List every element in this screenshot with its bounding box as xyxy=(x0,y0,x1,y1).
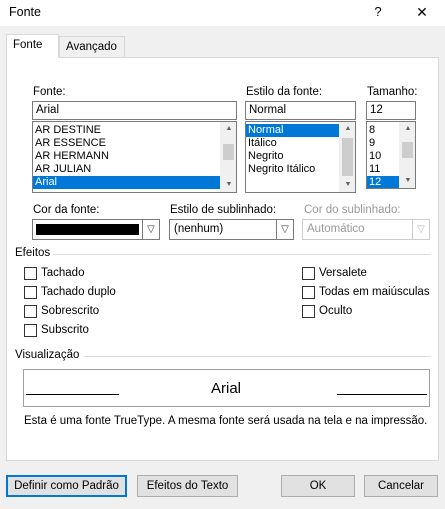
style-list[interactable]: Normal Itálico Negrito Negrito Itálico ▲… xyxy=(245,121,356,193)
list-item[interactable]: AR HERMANN xyxy=(33,150,221,163)
size-list[interactable]: 8 9 10 11 12 ▲ ▼ xyxy=(366,121,416,189)
list-item[interactable]: Negrito xyxy=(246,150,340,163)
preview-baseline-left xyxy=(26,394,119,395)
scroll-down-icon[interactable]: ▼ xyxy=(221,178,236,192)
superscript-label: Sobrescrito xyxy=(41,305,100,317)
strikethrough-label: Tachado xyxy=(41,267,85,279)
set-default-button[interactable]: Definir como Padrão xyxy=(6,475,127,497)
close-button[interactable]: ✕ xyxy=(410,2,434,22)
size-input[interactable]: 12 xyxy=(366,101,416,120)
font-label: Fonte: xyxy=(33,86,66,98)
subscript-checkbox[interactable] xyxy=(24,324,37,337)
strikethrough-checkbox[interactable] xyxy=(24,267,37,280)
tab-label: Avançado xyxy=(66,41,117,53)
preview-sample: Arial xyxy=(211,380,242,397)
font-input[interactable]: Arial xyxy=(32,101,237,120)
double-strikethrough-checkbox[interactable] xyxy=(24,286,37,299)
list-item-selected[interactable]: Normal xyxy=(246,124,340,137)
preview-baseline-right xyxy=(337,394,427,395)
scroll-thumb[interactable] xyxy=(342,138,353,176)
text-effects-button[interactable]: Efeitos do Texto xyxy=(137,475,238,497)
double-strikethrough-label: Tachado duplo xyxy=(41,286,116,298)
small-caps-checkbox[interactable] xyxy=(302,267,315,280)
chevron-down-icon[interactable]: ▽ xyxy=(412,220,429,239)
underline-color-value: Automático xyxy=(307,223,365,235)
underline-style-select[interactable]: (nenhum) ▽ xyxy=(169,219,294,240)
color-swatch xyxy=(36,224,139,235)
window-title: Fonte xyxy=(9,5,41,19)
tab-avancado[interactable]: Avançado xyxy=(59,36,125,58)
font-list-scrollbar[interactable]: ▲ ▼ xyxy=(220,122,236,192)
style-list-scrollbar[interactable]: ▲ ▼ xyxy=(339,122,355,192)
scroll-up-icon[interactable]: ▲ xyxy=(400,122,415,136)
list-item[interactable]: 9 xyxy=(367,137,400,150)
list-item[interactable]: Itálico xyxy=(246,137,340,150)
small-caps-label: Versalete xyxy=(319,267,367,279)
underline-style-label: Estilo de sublinhado: xyxy=(170,204,277,216)
tab-fonte[interactable]: Fonte xyxy=(6,34,59,58)
scroll-down-icon[interactable]: ▼ xyxy=(340,178,355,192)
size-list-scrollbar[interactable]: ▲ ▼ xyxy=(399,122,415,188)
tab-label: Fonte xyxy=(13,39,43,51)
font-color-label: Cor da fonte: xyxy=(33,204,100,216)
style-label: Estilo da fonte: xyxy=(246,86,323,98)
scroll-thumb[interactable] xyxy=(402,142,413,158)
underline-color-label: Cor do sublinhado: xyxy=(304,204,401,216)
list-item-selected[interactable]: Arial xyxy=(33,176,221,189)
hidden-label: Oculto xyxy=(319,305,353,317)
effects-title: Efeitos xyxy=(15,247,55,259)
cancel-button[interactable]: Cancelar xyxy=(364,475,438,497)
font-color-picker[interactable]: ▽ xyxy=(32,219,160,240)
chevron-down-icon[interactable]: ▽ xyxy=(276,220,293,239)
list-item[interactable]: Negrito Itálico xyxy=(246,163,340,176)
scroll-down-icon[interactable]: ▼ xyxy=(400,174,415,188)
preview-box: Arial xyxy=(23,369,430,407)
list-item[interactable]: AR ESSENCE xyxy=(33,137,221,150)
list-item[interactable]: 8 xyxy=(367,124,400,137)
help-button[interactable]: ? xyxy=(368,2,388,22)
size-label: Tamanho: xyxy=(367,86,418,98)
scroll-thumb[interactable] xyxy=(223,144,234,160)
preview-title: Visualização xyxy=(15,349,84,361)
font-list[interactable]: AR DESTINE AR ESSENCE AR HERMANN AR JULI… xyxy=(32,121,237,193)
effects-divider xyxy=(16,254,431,255)
list-item[interactable]: 11 xyxy=(367,163,400,176)
list-item[interactable]: 10 xyxy=(367,150,400,163)
chevron-down-icon[interactable]: ▽ xyxy=(142,220,159,239)
list-item[interactable]: AR DESTINE xyxy=(33,124,221,137)
scroll-up-icon[interactable]: ▲ xyxy=(340,122,355,136)
list-item-selected[interactable]: 12 xyxy=(367,176,400,188)
scroll-up-icon[interactable]: ▲ xyxy=(221,122,236,136)
style-input[interactable]: Normal xyxy=(245,101,356,120)
hidden-checkbox[interactable] xyxy=(302,305,315,318)
superscript-checkbox[interactable] xyxy=(24,305,37,318)
preview-note: Esta é uma fonte TrueType. A mesma fonte… xyxy=(24,415,428,427)
ok-button[interactable]: OK xyxy=(281,475,355,497)
all-caps-checkbox[interactable] xyxy=(302,286,315,299)
subscript-label: Subscrito xyxy=(41,324,89,336)
all-caps-label: Todas em maiúsculas xyxy=(319,286,430,298)
underline-color-select[interactable]: Automático ▽ xyxy=(302,219,430,240)
list-item[interactable]: AR JULIAN xyxy=(33,163,221,176)
underline-style-value: (nenhum) xyxy=(174,223,224,235)
